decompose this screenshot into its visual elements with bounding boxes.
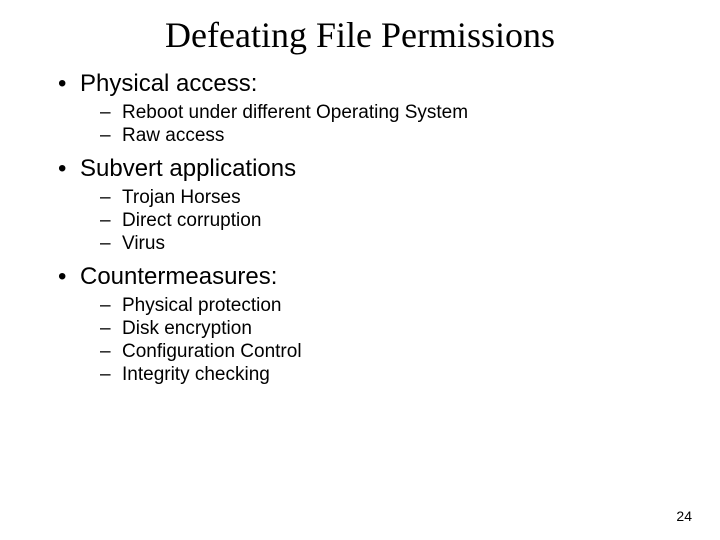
list-item: –Trojan Horses [100,187,670,209]
section-subvert-applications: •Subvert applications –Trojan Horses –Di… [50,155,670,255]
list-item: –Integrity checking [100,364,670,386]
section-physical-access: •Physical access: –Reboot under differen… [50,70,670,147]
list-item: •Physical access: [58,70,670,98]
list-item: –Disk encryption [100,318,670,340]
list-item: –Raw access [100,125,670,147]
list-item: •Countermeasures: [58,263,670,291]
list-item: –Configuration Control [100,341,670,363]
list-item: –Direct corruption [100,210,670,232]
slide-title: Defeating File Permissions [50,14,670,56]
page-number: 24 [676,508,692,524]
list-item: –Virus [100,233,670,255]
slide: Defeating File Permissions •Physical acc… [0,0,720,386]
list-item: –Physical protection [100,295,670,317]
l1-text: Countermeasures: [80,263,277,290]
l2-text: Reboot under different Operating System [122,102,468,123]
l1-text: Subvert applications [80,155,296,182]
l2-text: Physical protection [122,295,281,316]
l2-text: Virus [122,233,165,254]
l2-text: Direct corruption [122,210,261,231]
l2-text: Configuration Control [122,341,302,362]
l1-text: Physical access: [80,70,257,97]
section-countermeasures: •Countermeasures: –Physical protection –… [50,263,670,386]
l2-text: Trojan Horses [122,187,241,208]
list-item: •Subvert applications [58,155,670,183]
list-item: –Reboot under different Operating System [100,102,670,124]
l2-text: Disk encryption [122,318,252,339]
l2-text: Raw access [122,125,224,146]
l2-text: Integrity checking [122,364,270,385]
